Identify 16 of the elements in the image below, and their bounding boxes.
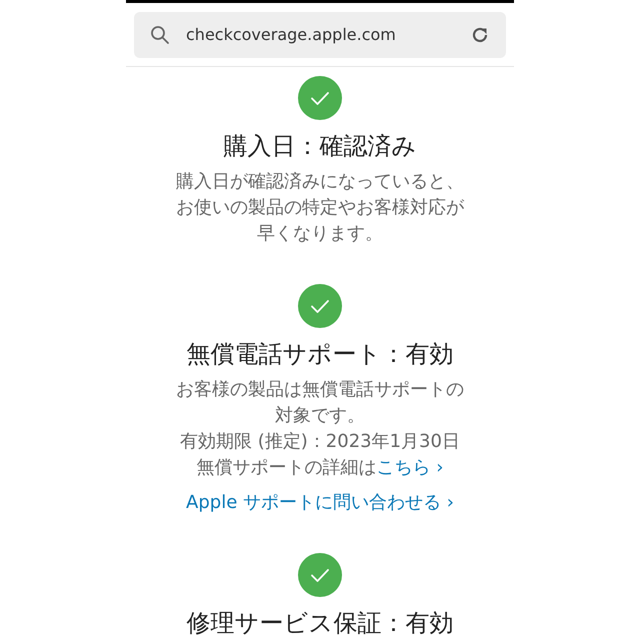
- address-bar[interactable]: checkcoverage.apple.com: [134, 12, 506, 58]
- description-text: 無償サポートの詳細は: [196, 456, 377, 480]
- description-text: 早くなります。: [257, 222, 383, 246]
- description-text: 購入日が確認済みになっていると、: [176, 170, 464, 194]
- description-text: 対象です。: [275, 404, 365, 428]
- reload-icon[interactable]: [470, 25, 490, 45]
- contact-link[interactable]: Apple サポートに問い合わせる ›: [186, 490, 454, 516]
- status-title: 購入日：確認済み: [224, 132, 416, 160]
- search-icon: [150, 25, 170, 45]
- details-link[interactable]: こちら ›: [376, 455, 444, 481]
- status-title: 修理サービス保証：有効: [186, 609, 454, 637]
- url-text: checkcoverage.apple.com: [186, 24, 397, 46]
- description-text: 有効期限 (推定)：2023年1月30日: [180, 430, 460, 454]
- status-title: 無償電話サポート：有効: [186, 340, 454, 368]
- description-text: お使いの製品の特定やお客様対応が: [176, 196, 464, 220]
- description-text: お客様の製品は無償電話サポートの: [176, 378, 464, 402]
